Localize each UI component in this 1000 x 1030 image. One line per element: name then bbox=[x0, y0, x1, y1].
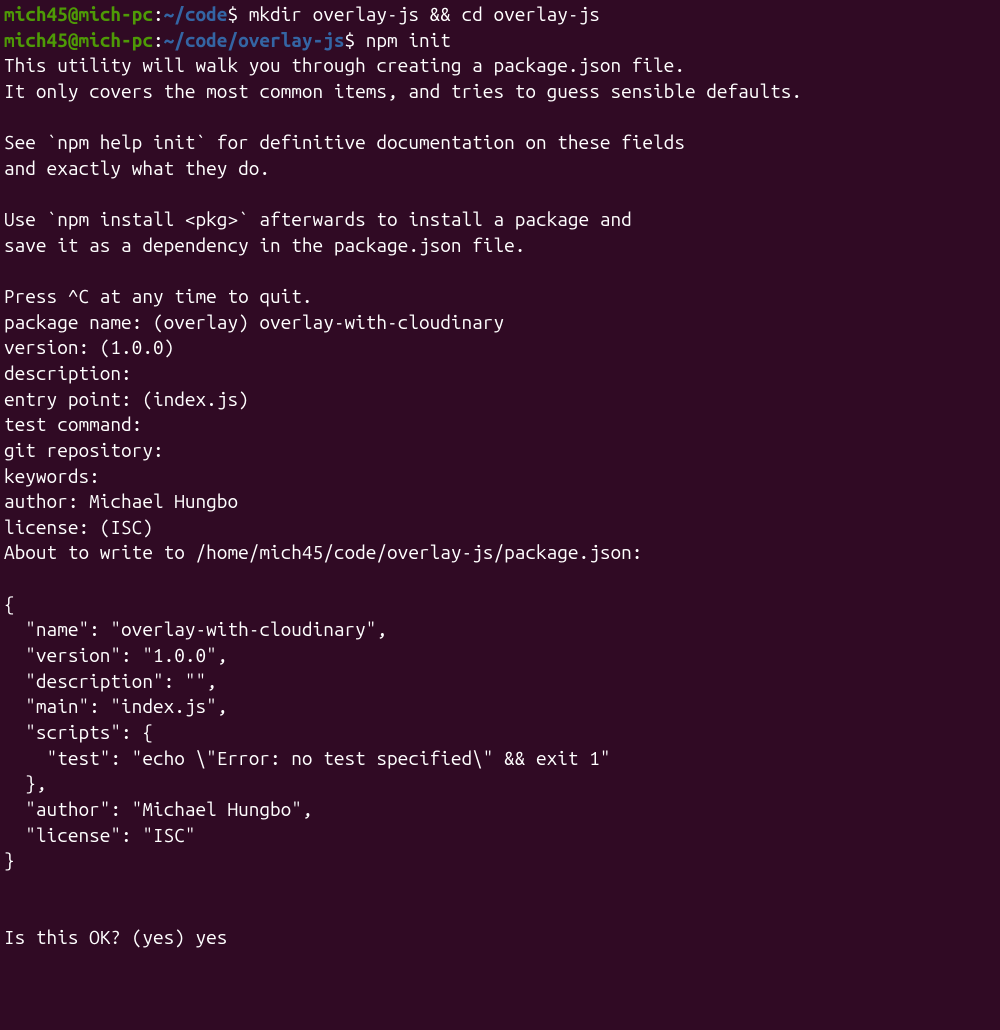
prompt-user: mich45@mich-pc bbox=[4, 3, 153, 25]
output-line: About to write to /home/mich45/code/over… bbox=[4, 541, 642, 563]
json-line: "name": "overlay-with-cloudinary", bbox=[4, 618, 387, 640]
output-line: and exactly what they do. bbox=[4, 157, 270, 179]
prompt-sep: : bbox=[153, 29, 164, 51]
prompt-package-name[interactable]: package name: (overlay) overlay-with-clo… bbox=[4, 311, 504, 333]
json-line: }, bbox=[4, 772, 47, 794]
prompt-user: mich45@mich-pc bbox=[4, 29, 153, 51]
prompt-entry-point[interactable]: entry point: (index.js) bbox=[4, 388, 259, 410]
output-line: Press ^C at any time to quit. bbox=[4, 285, 313, 307]
json-line: "scripts": { bbox=[4, 721, 153, 743]
json-line: "author": "Michael Hungbo", bbox=[4, 798, 313, 820]
json-line: "description": "", bbox=[4, 670, 217, 692]
json-line: { bbox=[4, 593, 15, 615]
json-line: "license": "ISC" bbox=[4, 824, 196, 846]
json-line: "main": "index.js", bbox=[4, 695, 227, 717]
prompt-git-repository[interactable]: git repository: bbox=[4, 439, 174, 461]
output-line: It only covers the most common items, an… bbox=[4, 80, 802, 102]
json-line: } bbox=[4, 849, 15, 871]
prompt-path: ~/code bbox=[164, 3, 228, 25]
prompt-path: ~/code/overlay-js bbox=[164, 29, 345, 51]
prompt-sep: : bbox=[153, 3, 164, 25]
prompt-is-ok[interactable]: Is this OK? (yes) yes bbox=[4, 926, 227, 948]
output-line: Use `npm install <pkg>` afterwards to in… bbox=[4, 208, 632, 230]
prompt-dollar: $ bbox=[227, 3, 248, 25]
output-line: save it as a dependency in the package.j… bbox=[4, 234, 525, 256]
prompt-test-command[interactable]: test command: bbox=[4, 413, 153, 435]
prompt-author[interactable]: author: Michael Hungbo bbox=[4, 490, 238, 512]
prompt-license[interactable]: license: (ISC) bbox=[4, 516, 164, 538]
prompt-version[interactable]: version: (1.0.0) bbox=[4, 336, 185, 358]
command[interactable]: mkdir overlay-js && cd overlay-js bbox=[249, 3, 600, 25]
output-line: See `npm help init` for definitive docum… bbox=[4, 131, 685, 153]
json-line: "version": "1.0.0", bbox=[4, 644, 227, 666]
output-line: This utility will walk you through creat… bbox=[4, 54, 685, 76]
prompt-keywords[interactable]: keywords: bbox=[4, 465, 110, 487]
prompt-description[interactable]: description: bbox=[4, 362, 142, 384]
command[interactable]: npm init bbox=[366, 29, 451, 51]
prompt-dollar: $ bbox=[345, 29, 366, 51]
json-line: "test": "echo \"Error: no test specified… bbox=[4, 747, 610, 769]
